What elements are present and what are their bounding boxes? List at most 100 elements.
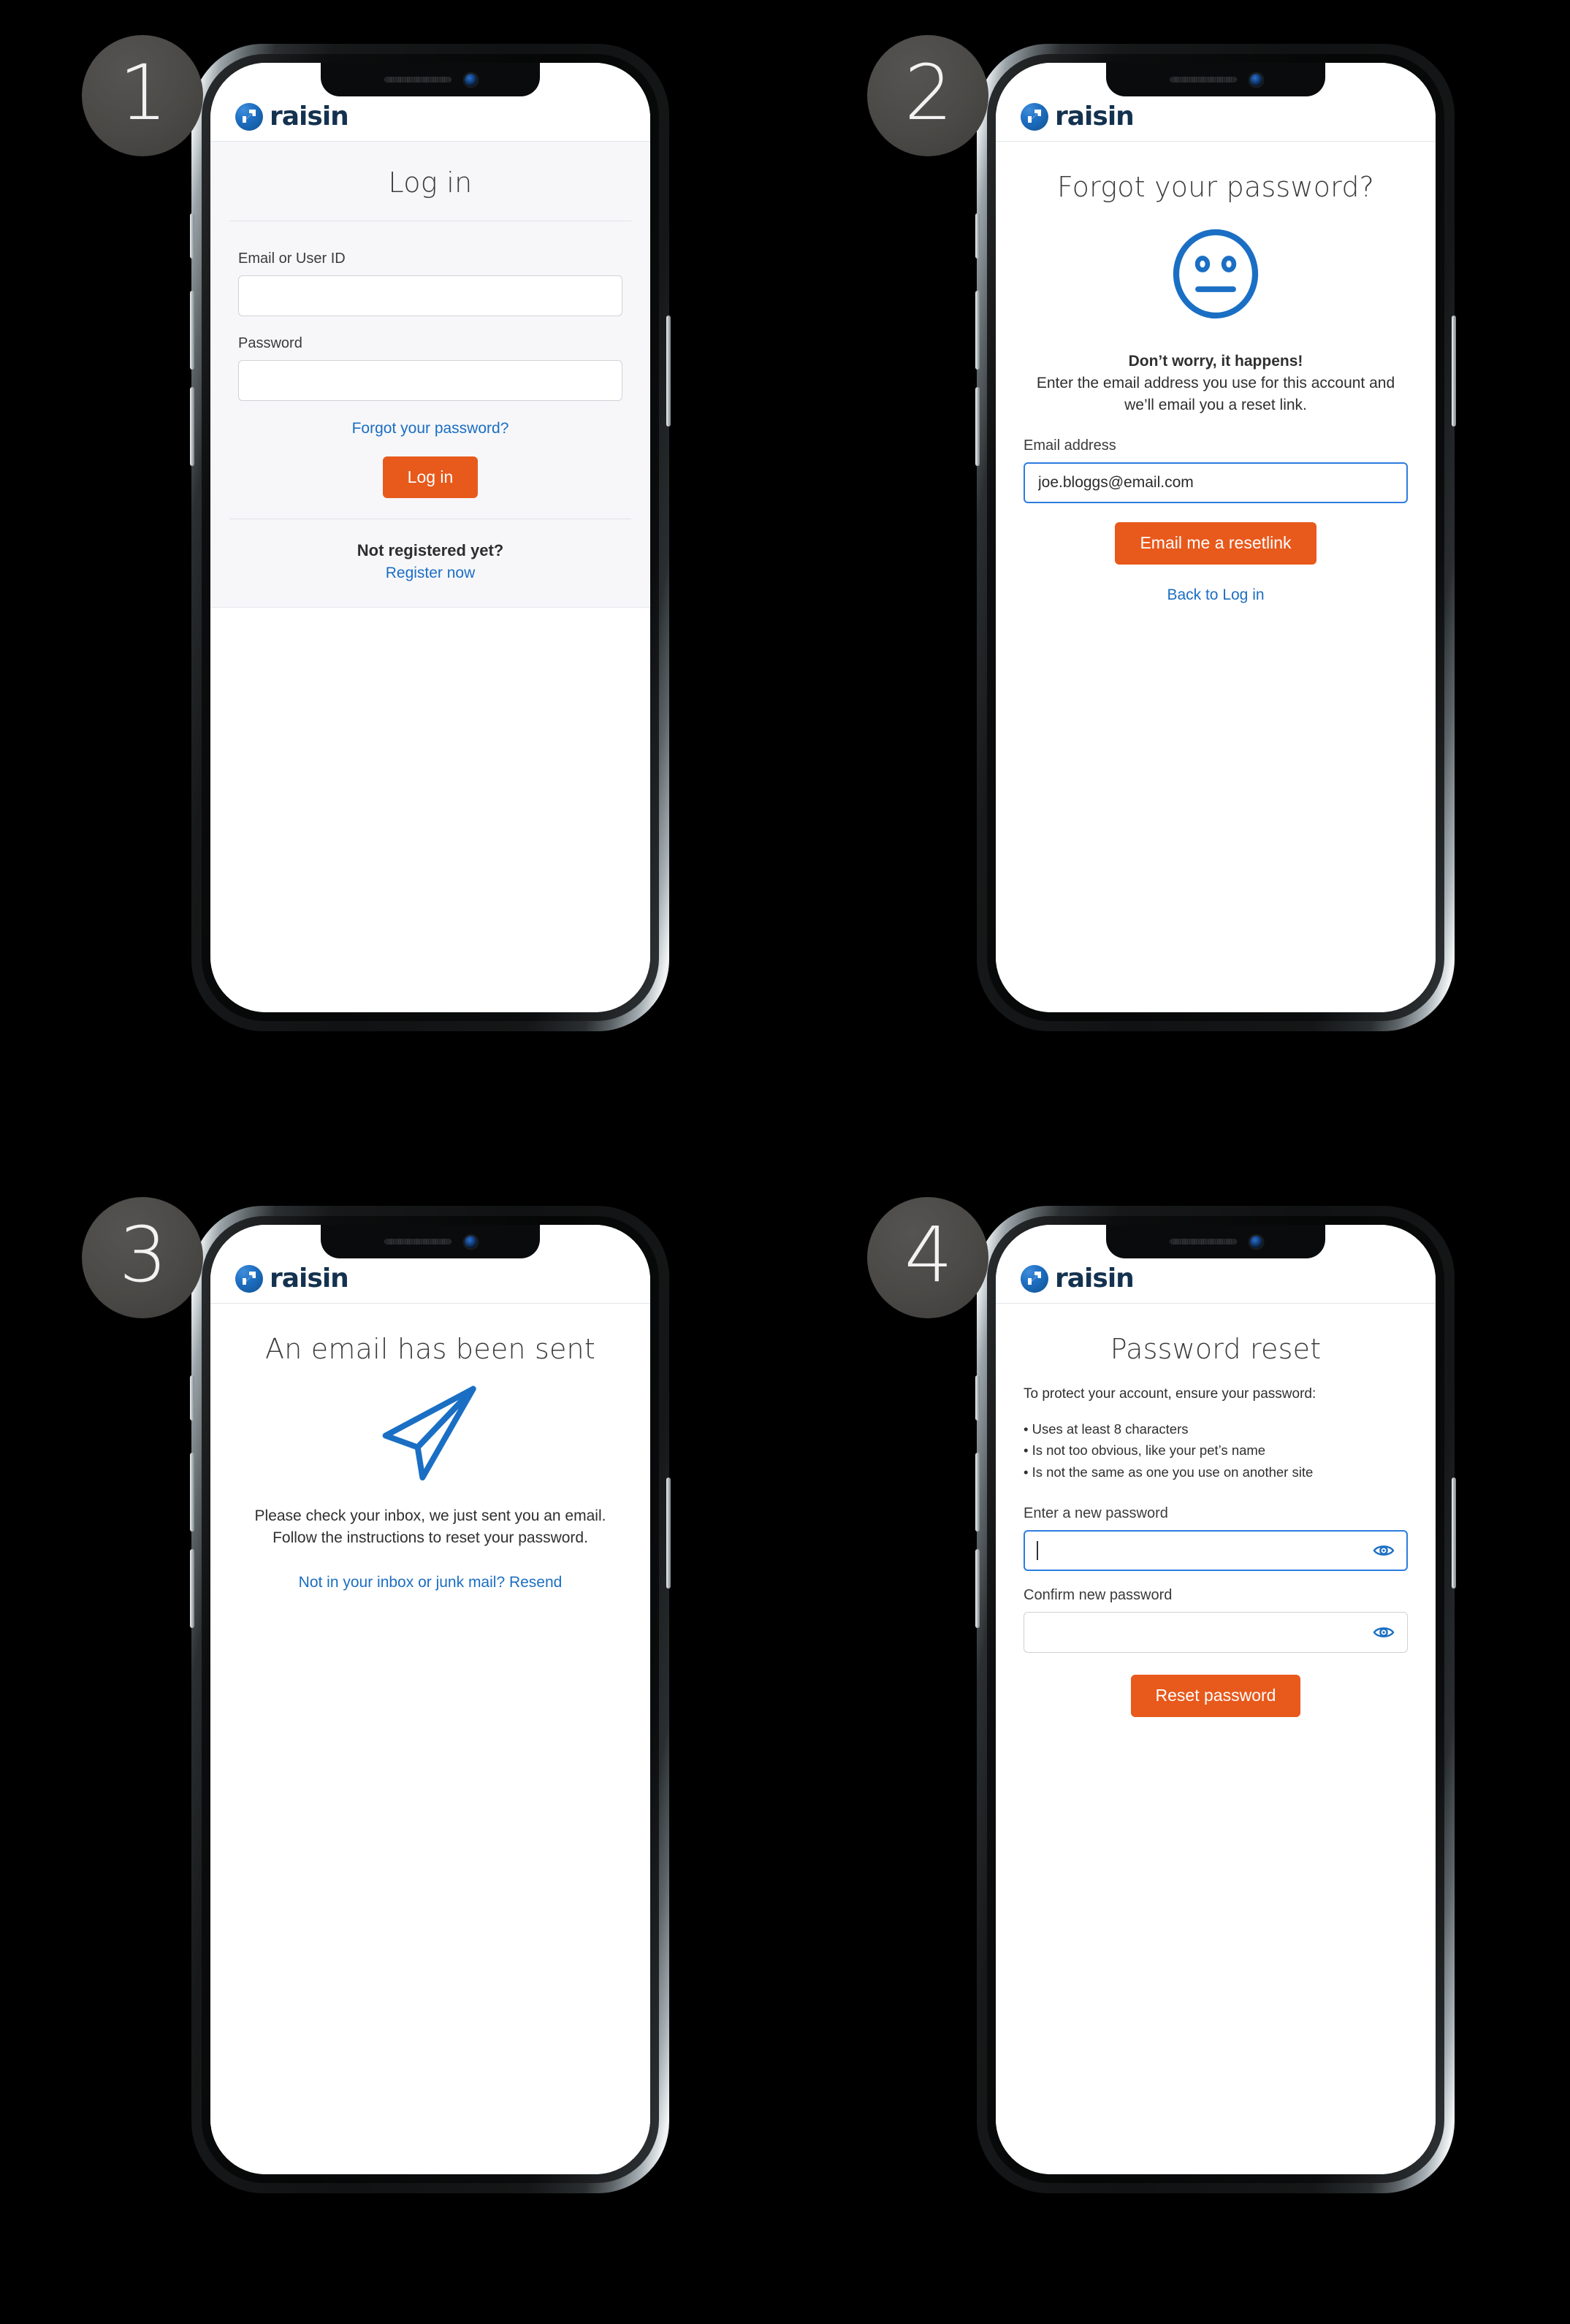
volume-up-button[interactable] (975, 1453, 980, 1532)
mute-switch[interactable] (975, 213, 980, 259)
app-body-2: Forgot your password? Don’t worry, it ha… (996, 142, 1436, 1012)
volume-down-button[interactable] (190, 387, 194, 466)
power-button[interactable] (1452, 316, 1456, 427)
email-sent-screen: An email has been sent Please check your… (210, 1304, 650, 2174)
password-field-group: Password (238, 335, 622, 401)
back-to-login-row: Back to Log in (1024, 586, 1408, 604)
phone-notch (1106, 63, 1325, 96)
mute-switch[interactable] (190, 213, 194, 259)
confirm-password-label: Confirm new password (1024, 1587, 1173, 1604)
login-form: Email or User ID Password Forgot your pa… (210, 221, 650, 499)
raisin-app-4: raisin Password reset To protect your ac… (996, 1225, 1436, 2174)
phone-frame-4: raisin Password reset To protect your ac… (975, 1206, 1456, 2193)
volume-up-button[interactable] (190, 1453, 194, 1532)
raisin-app-3: raisin An email has been sent Please che… (210, 1225, 650, 2174)
login-card: Log in Email or User ID Password Forgot … (210, 142, 650, 608)
mockup-board: 1 raisin Log in Email or User ID Passwor… (0, 0, 1570, 2324)
earpiece-speaker-icon (384, 1239, 451, 1245)
phone-frame-2: raisin Forgot your password? Don’t worry… (975, 44, 1456, 1031)
login-button-row: Log in (238, 456, 622, 499)
power-button[interactable] (1452, 1478, 1456, 1589)
encouragement-body: Enter the email address you use for this… (1036, 374, 1395, 413)
phone-screen-3: raisin An email has been sent Please che… (210, 1225, 650, 2174)
eye-icon[interactable] (1373, 1624, 1395, 1640)
step-badge-3: 3 (82, 1197, 203, 1318)
phone-screen-2: raisin Forgot your password? Don’t worry… (996, 63, 1436, 1012)
page-title: Forgot your password? (1056, 171, 1375, 203)
earpiece-speaker-icon (384, 77, 451, 83)
phone-screen-1: raisin Log in Email or User ID Password … (210, 63, 650, 1012)
power-button[interactable] (666, 316, 671, 427)
app-body-1: Log in Email or User ID Password Forgot … (210, 142, 650, 1012)
text-caret (1037, 1541, 1038, 1561)
step-number: 3 (118, 1210, 167, 1299)
step-number: 4 (904, 1210, 953, 1299)
password-rule: • Is not the same as one you use on anot… (1024, 1464, 1314, 1480)
raisin-app-1: raisin Log in Email or User ID Password … (210, 63, 650, 1012)
encouragement-text: Don’t worry, it happens! Enter the email… (1024, 351, 1408, 416)
confirm-password-input[interactable] (1024, 1612, 1408, 1654)
encouragement-headline: Don’t worry, it happens! (1128, 353, 1303, 370)
neutral-face-icon (1173, 229, 1259, 319)
phone-frame-3: raisin An email has been sent Please che… (190, 1206, 671, 2193)
eye-icon[interactable] (1373, 1543, 1395, 1559)
raisin-logo[interactable]: raisin (1021, 1264, 1135, 1293)
email-label: Email or User ID (238, 251, 346, 267)
step-number: 1 (118, 48, 167, 137)
step-badge-1: 1 (82, 35, 203, 156)
back-to-login-link[interactable]: Back to Log in (1167, 586, 1264, 604)
login-button[interactable]: Log in (382, 456, 479, 499)
raisin-wordmark: raisin (270, 102, 349, 131)
volume-up-button[interactable] (975, 291, 980, 370)
volume-down-button[interactable] (190, 1549, 194, 1628)
volume-down-button[interactable] (975, 1549, 980, 1628)
password-rule: • Is not too obvious, like your pet’s na… (1024, 1442, 1266, 1459)
not-registered-text: Not registered yet? (357, 541, 504, 560)
mute-switch[interactable] (975, 1375, 980, 1421)
volume-up-button[interactable] (190, 291, 194, 370)
raisin-wordmark: raisin (1055, 102, 1135, 131)
password-input[interactable] (238, 360, 622, 401)
mockup-step-4: 4 raisin Password reset To protect your … (785, 1162, 1570, 2324)
resend-link[interactable]: Not in your inbox or junk mail? Resend (299, 1574, 563, 1591)
raisin-logo[interactable]: raisin (1021, 102, 1135, 131)
confirm-password-wrapper (1024, 1612, 1408, 1654)
raisin-logo[interactable]: raisin (235, 102, 349, 131)
front-camera-icon (464, 73, 477, 86)
page-title: Log in (388, 167, 473, 199)
forgot-password-link[interactable]: Forgot your password? (352, 420, 509, 437)
confirm-password-field-group: Confirm new password (1024, 1587, 1408, 1654)
new-password-label: Enter a new password (1024, 1505, 1168, 1522)
app-body-3: An email has been sent Please check your… (210, 1304, 650, 2174)
email-reset-link-button[interactable]: Email me a resetlink (1115, 522, 1316, 565)
register-block: Not registered yet? Register now (210, 519, 650, 608)
send-reset-link-row: Email me a resetlink (1024, 522, 1408, 565)
mockup-step-3: 3 raisin An email has been sent Please c… (0, 1162, 785, 2324)
email-input[interactable] (1024, 462, 1408, 504)
raisin-wordmark: raisin (270, 1264, 349, 1293)
reset-password-row: Reset password (1024, 1675, 1408, 1717)
new-password-input[interactable] (1024, 1530, 1408, 1572)
email-field-group: Email address (1024, 437, 1408, 504)
page-title: An email has been sent (265, 1333, 595, 1365)
resend-row: Not in your inbox or junk mail? Resend (238, 1574, 622, 1591)
raisin-wordmark: raisin (1055, 1264, 1135, 1293)
step-number: 2 (904, 48, 953, 137)
front-camera-icon (1249, 1235, 1262, 1248)
raisin-arrow-logo-icon (235, 1265, 263, 1293)
raisin-logo[interactable]: raisin (235, 1264, 349, 1293)
page-title: Password reset (1110, 1333, 1322, 1365)
neutral-face-illustration (1024, 219, 1408, 329)
power-button[interactable] (666, 1478, 671, 1589)
email-input[interactable] (238, 275, 622, 316)
mute-switch[interactable] (190, 1375, 194, 1421)
phone-notch (321, 63, 540, 96)
phone-notch (321, 1225, 540, 1258)
password-rules-list: • Uses at least 8 characters • Is not to… (1024, 1418, 1408, 1484)
raisin-app-2: raisin Forgot your password? Don’t worry… (996, 63, 1436, 1012)
front-camera-icon (464, 1235, 477, 1248)
reset-password-button[interactable]: Reset password (1130, 1675, 1301, 1717)
register-now-link[interactable]: Register now (386, 565, 476, 582)
forgot-password-screen: Forgot your password? Don’t worry, it ha… (996, 142, 1436, 1012)
volume-down-button[interactable] (975, 387, 980, 466)
